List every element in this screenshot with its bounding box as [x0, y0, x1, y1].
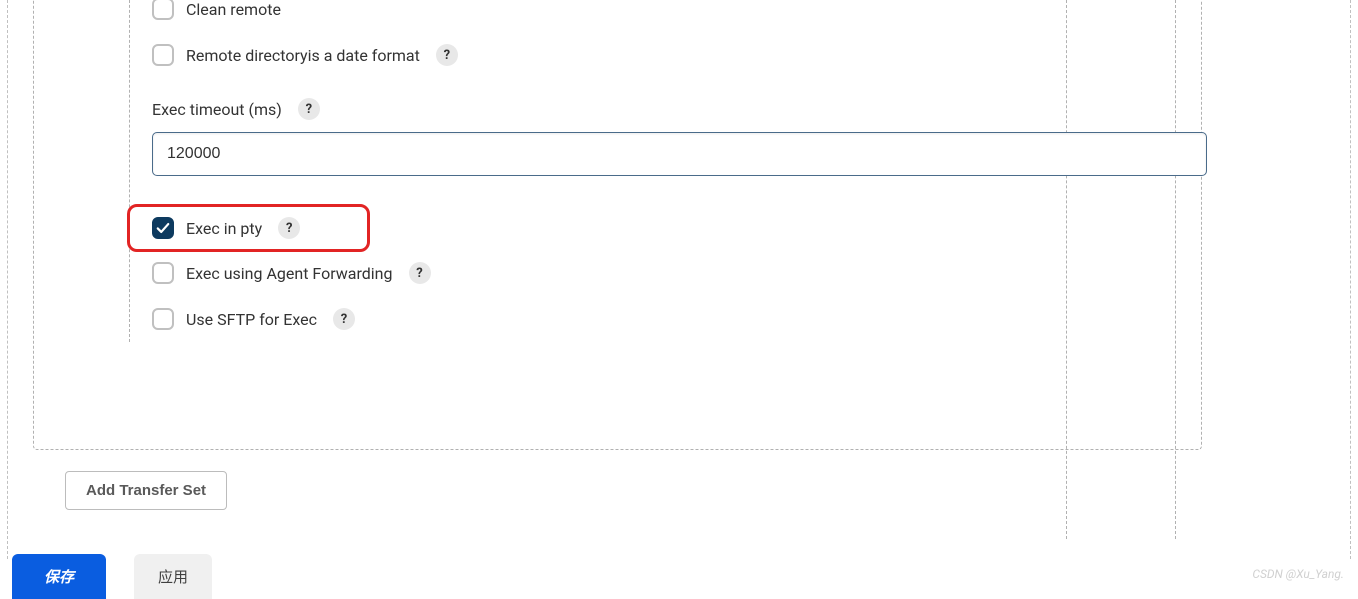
form-group: Clean remote Remote directoryis a date f…	[130, 0, 1229, 342]
question-mark-icon[interactable]: ?	[298, 98, 320, 120]
use-sftp-for-exec-checkbox[interactable]	[152, 308, 174, 330]
exec-timeout-input[interactable]	[152, 132, 1207, 176]
question-mark-icon[interactable]: ?	[409, 262, 431, 284]
question-mark-icon[interactable]: ?	[333, 308, 355, 330]
exec-agent-forwarding-label: Exec using Agent Forwarding	[186, 264, 393, 283]
use-sftp-for-exec-label: Use SFTP for Exec	[186, 310, 317, 329]
transfer-set-container: Clean remote Remote directoryis a date f…	[33, 0, 1202, 450]
clean-remote-checkbox[interactable]	[152, 0, 174, 20]
exec-in-pty-label: Exec in pty	[186, 219, 262, 238]
exec-timeout-label: Exec timeout (ms)	[152, 100, 282, 119]
exec-timeout-label-row: Exec timeout (ms) ?	[152, 98, 1207, 120]
use-sftp-for-exec-row: Use SFTP for Exec ?	[152, 296, 1207, 342]
remote-dir-date-format-label: Remote directoryis a date format	[186, 46, 420, 65]
watermark: CSDN @Xu_Yang.	[1252, 567, 1344, 581]
question-mark-icon[interactable]: ?	[436, 44, 458, 66]
clean-remote-label: Clean remote	[186, 0, 281, 19]
exec-in-pty-highlight: Exec in pty ?	[127, 204, 370, 252]
apply-button[interactable]: 应用	[134, 554, 212, 599]
clean-remote-row: Clean remote	[152, 0, 1207, 32]
exec-agent-forwarding-row: Exec using Agent Forwarding ?	[152, 252, 1207, 296]
remote-dir-date-format-row: Remote directoryis a date format ?	[152, 32, 1207, 78]
exec-in-pty-checkbox[interactable]	[152, 217, 174, 239]
add-transfer-set-button[interactable]: Add Transfer Set	[65, 471, 227, 510]
check-icon	[156, 221, 170, 235]
main-frame: Clean remote Remote directoryis a date f…	[7, 0, 1351, 559]
save-button[interactable]: 保存	[12, 554, 106, 599]
bottom-bar: 保存 应用	[0, 546, 1358, 599]
inner-content: Clean remote Remote directoryis a date f…	[129, 0, 1229, 342]
question-mark-icon[interactable]: ?	[278, 217, 300, 239]
remote-dir-date-format-checkbox[interactable]	[152, 44, 174, 66]
exec-in-pty-row: Exec in pty ?	[152, 217, 300, 239]
exec-agent-forwarding-checkbox[interactable]	[152, 262, 174, 284]
